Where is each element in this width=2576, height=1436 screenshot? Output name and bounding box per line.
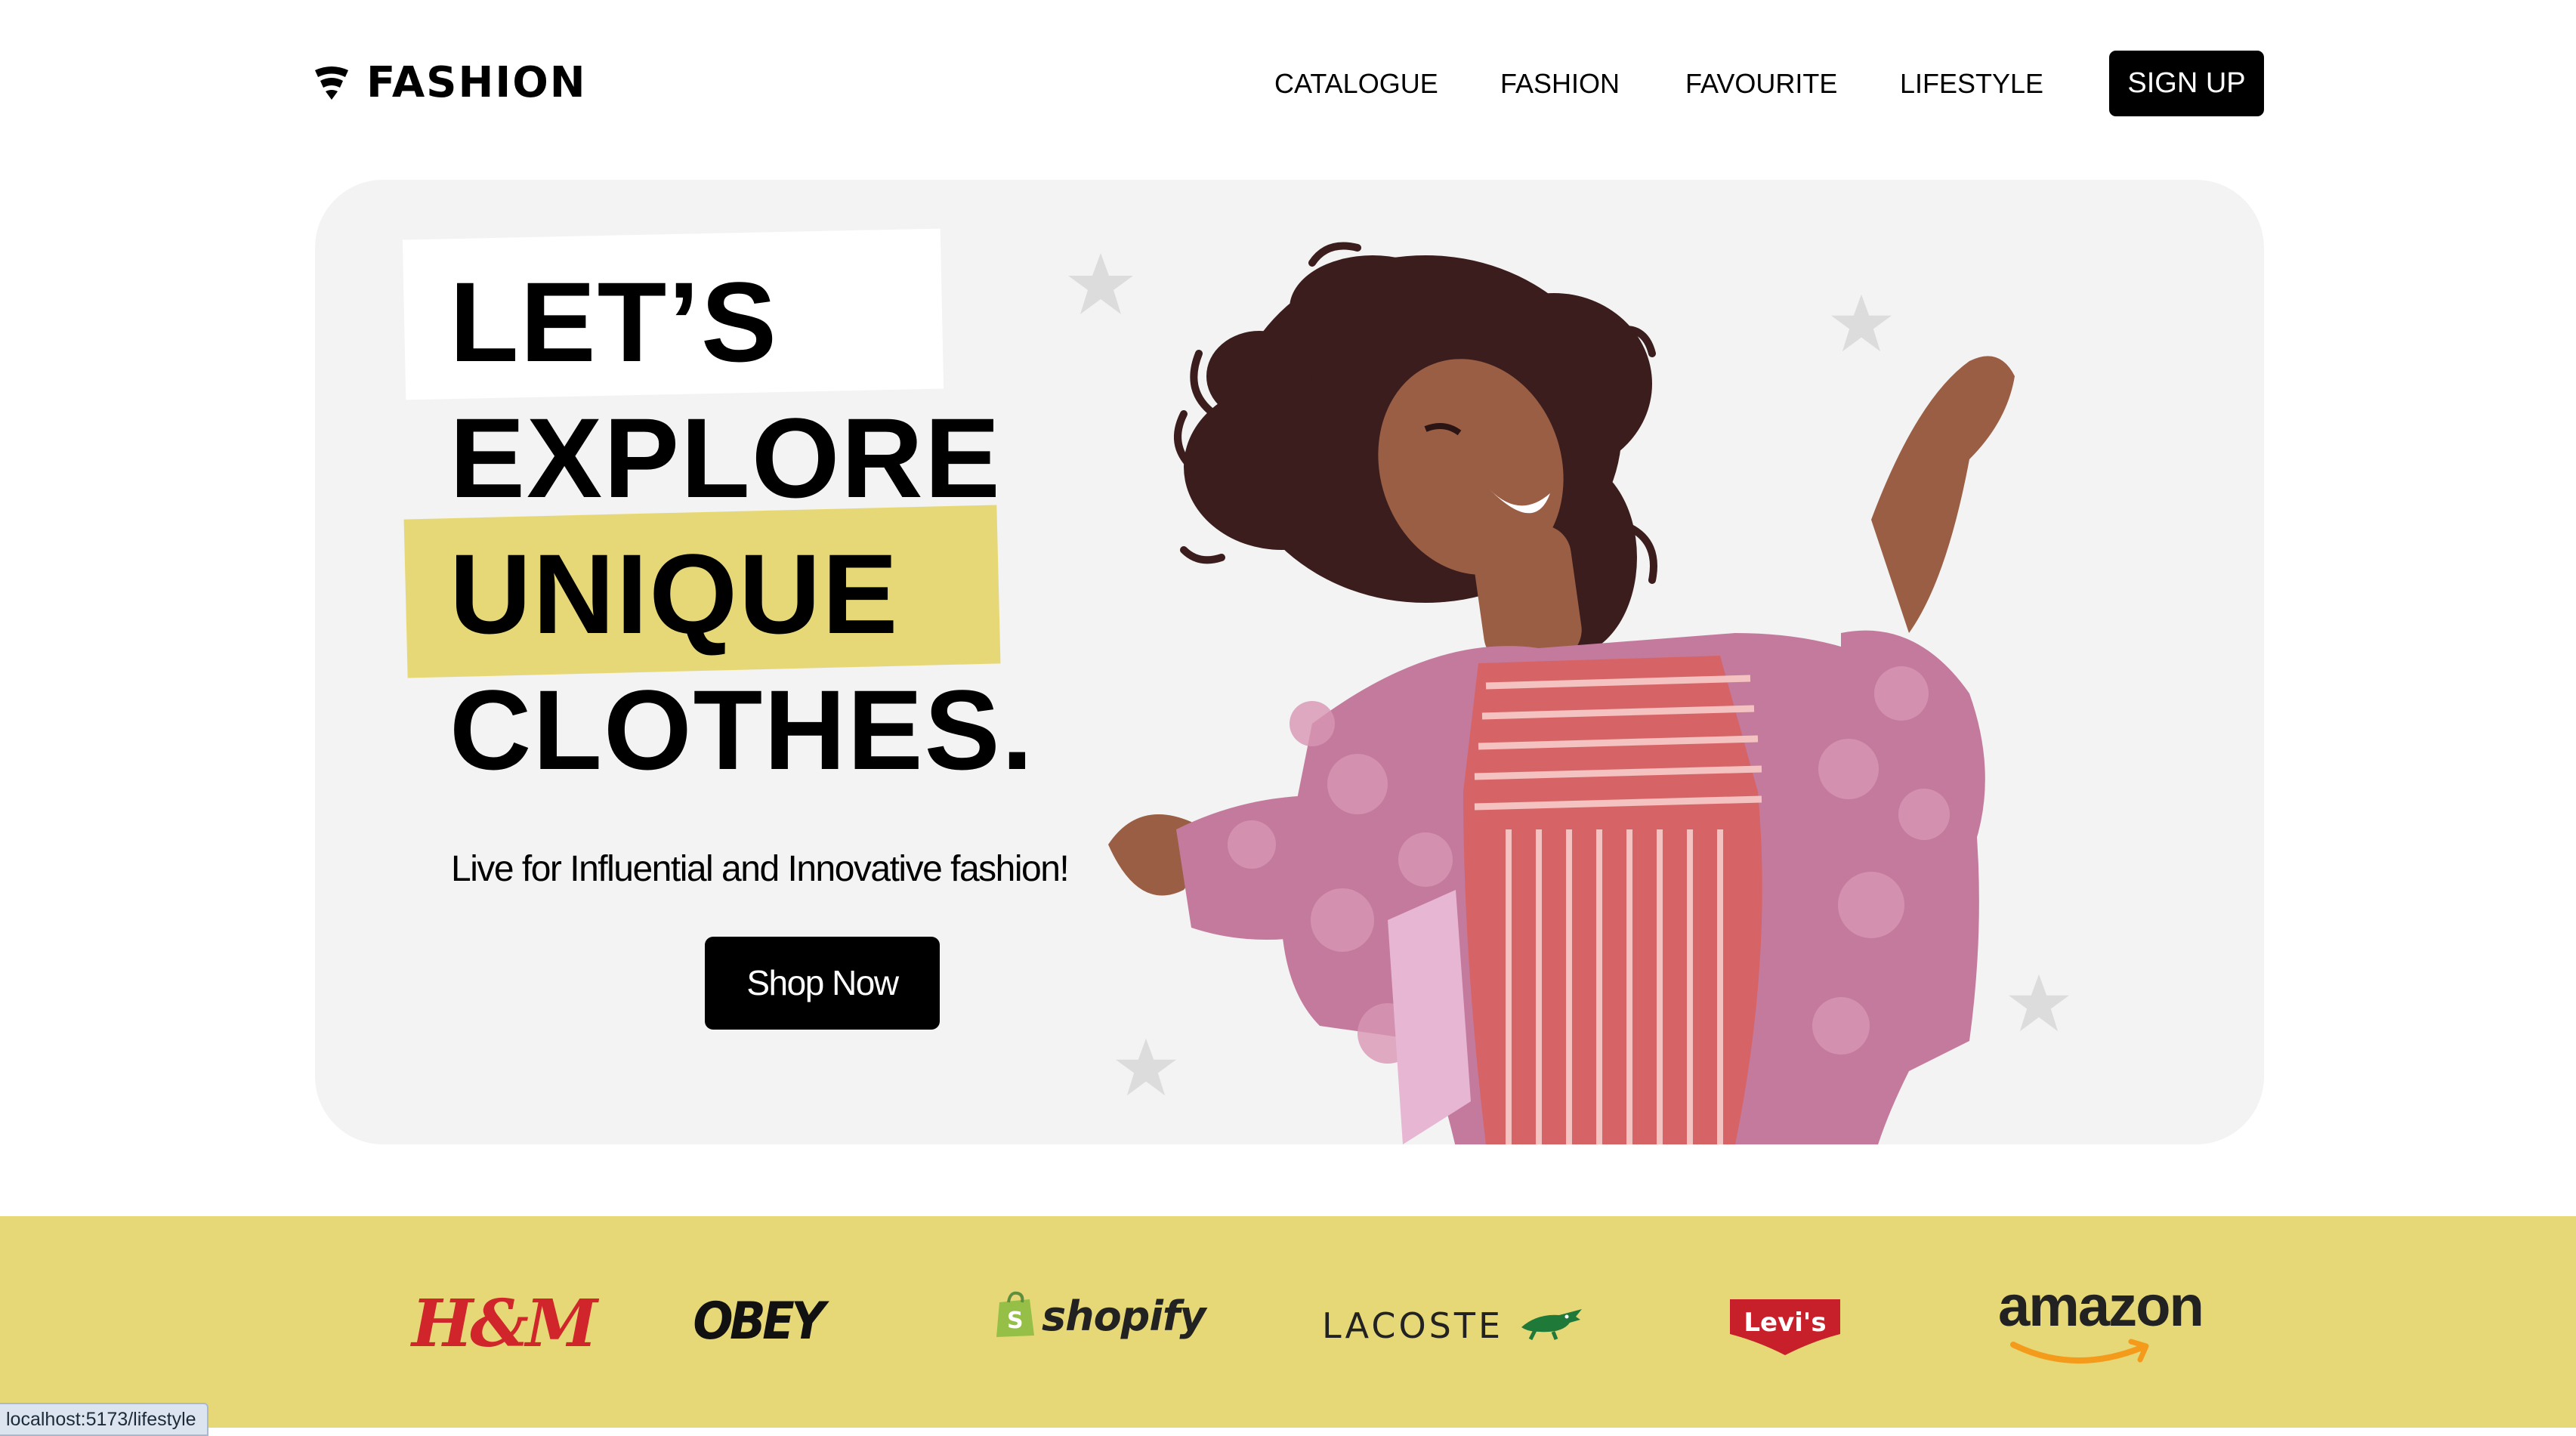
brand-strip: H&M OBEY S shopify LACOSTE Levi's amazon [0,1216,2576,1428]
hero-banner: LET’S EXPLORE UNIQUE CLOTHES. Live for I… [315,180,2264,1144]
brand-logo-lacoste: LACOSTE [1322,1305,1585,1346]
lacoste-wordmark: LACOSTE [1322,1305,1504,1346]
main-nav: CATALOGUE FASHION FAVOURITE LIFESTYLE SI… [1254,51,2264,116]
shopify-bag-icon: S [993,1290,1036,1342]
wifi-logo-icon [314,66,350,100]
shop-now-button[interactable]: Shop Now [705,937,940,1030]
sign-up-button[interactable]: SIGN UP [2109,51,2264,116]
hero-model-image [1086,240,2143,1144]
site-header: FASHION CATALOGUE FASHION FAVOURITE LIFE… [0,0,2576,159]
nav-catalogue[interactable]: CATALOGUE [1274,51,1438,116]
status-bar-url: localhost:5173/lifestyle [0,1403,208,1436]
logo-text: FASHION [366,58,587,107]
shopify-wordmark: shopify [1042,1292,1206,1340]
headline-line-2: EXPLORE [449,394,1002,521]
headline-line-3: UNIQUE [449,530,900,657]
hero-subtitle: Live for Influential and Innovative fash… [451,849,1070,889]
crocodile-icon [1520,1308,1585,1345]
brand-logo-hm: H&M [412,1286,598,1362]
headline-line-4: CLOTHES. [449,666,1035,793]
amazon-wordmark: amazon [1998,1274,2204,1339]
brand-logo-levis: Levi's [1728,1298,1842,1357]
brand-logo-amazon: amazon [1998,1274,2204,1369]
amazon-smile-icon [1998,1339,2203,1369]
levis-wordmark: Levi's [1744,1308,1826,1338]
nav-lifestyle[interactable]: LIFESTYLE [1900,51,2043,116]
nav-fashion[interactable]: FASHION [1500,51,1620,116]
nav-favourite[interactable]: FAVOURITE [1685,51,1837,116]
svg-text:S: S [1007,1308,1024,1334]
headline-line-1: LET’S [449,258,779,385]
site-logo[interactable]: FASHION [314,53,587,113]
brand-logo-shopify: S shopify [993,1290,1206,1342]
brand-logo-obey: OBEY [693,1292,825,1351]
